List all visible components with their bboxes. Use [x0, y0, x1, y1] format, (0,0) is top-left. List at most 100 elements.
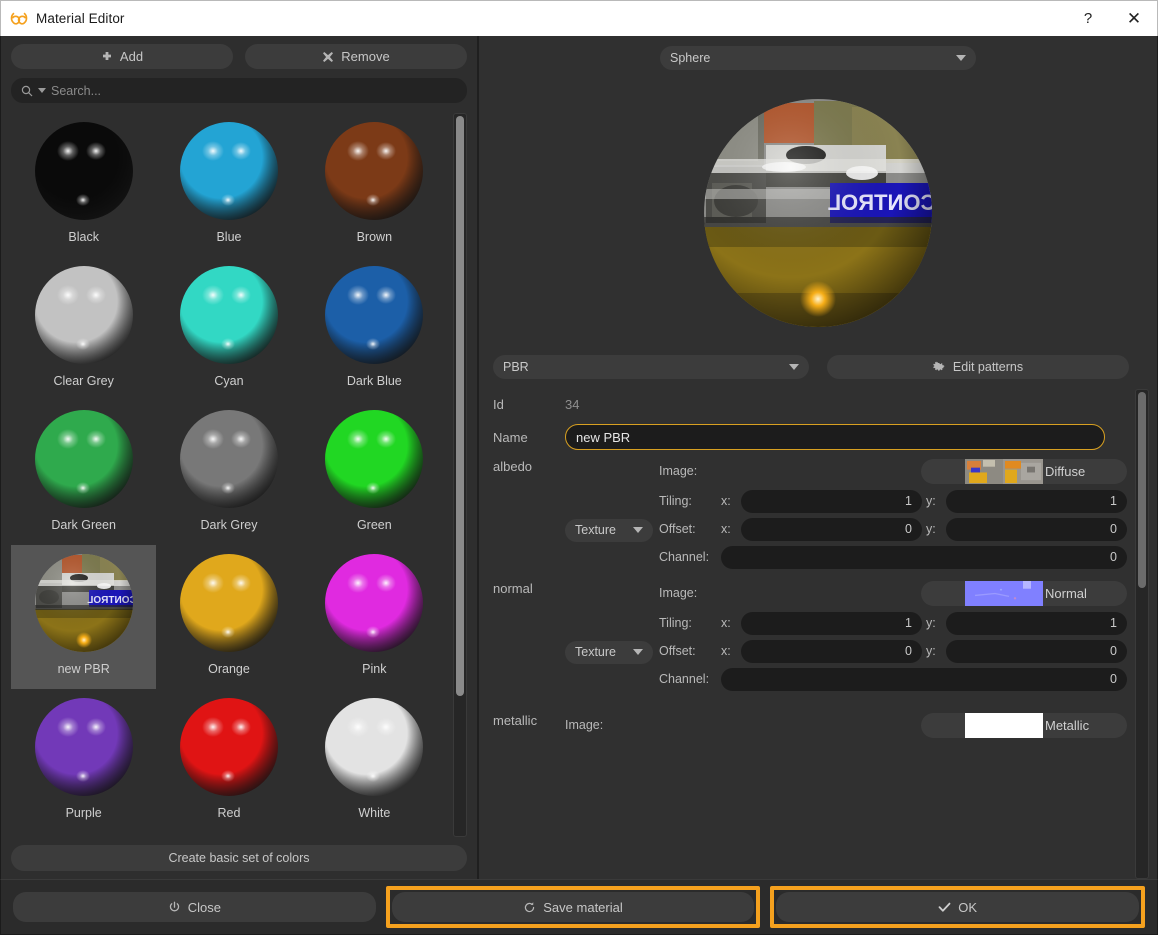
- offset-y-input[interactable]: 0: [946, 639, 1127, 663]
- channel-label: Channel:: [659, 550, 710, 564]
- scrollbar-thumb[interactable]: [456, 116, 464, 696]
- properties-scrollbar[interactable]: [1135, 389, 1149, 879]
- properties-form-wrapper: Id 34 Name new PBR albedo Texture Image:…: [479, 389, 1157, 879]
- save-material-highlight: Save material: [385, 886, 761, 928]
- material-item-label: Dark Green: [51, 518, 116, 532]
- chevron-down-icon: [633, 649, 643, 655]
- map-image-button[interactable]: Normal: [921, 580, 1127, 606]
- material-item-label: new PBR: [57, 662, 110, 676]
- image-label: Image:: [565, 718, 604, 732]
- offset-x-input[interactable]: 0: [741, 517, 922, 541]
- name-input[interactable]: new PBR: [565, 424, 1105, 450]
- check-icon: [938, 901, 951, 914]
- material-item[interactable]: Dark Green: [11, 401, 156, 545]
- material-item[interactable]: Dark Blue: [302, 257, 447, 401]
- material-sphere-thumbnail: [324, 409, 424, 509]
- preview-header: Sphere: [479, 36, 1157, 70]
- material-sphere-thumbnail: [34, 697, 134, 797]
- tiling-x-value: 1: [905, 494, 912, 508]
- properties-form: Id 34 Name new PBR albedo Texture Image:…: [493, 389, 1135, 879]
- create-basic-colors-label: Create basic set of colors: [168, 851, 310, 865]
- tiling-x-label: x:: [721, 494, 731, 508]
- offset-x-value: 0: [905, 522, 912, 536]
- save-material-button[interactable]: Save material: [391, 892, 755, 922]
- material-list-scrollbar[interactable]: [453, 113, 467, 837]
- preview-sphere[interactable]: CONTROL: [702, 97, 934, 329]
- plus-icon: [101, 51, 113, 63]
- offset-row: Offset: x: 0 y: 0: [659, 637, 1127, 665]
- material-item[interactable]: Black: [11, 113, 156, 257]
- map-source-type-value: Texture: [575, 523, 616, 537]
- create-basic-colors-button[interactable]: Create basic set of colors: [11, 845, 467, 871]
- map-name-label: normal: [493, 581, 533, 596]
- material-item[interactable]: Cyan: [156, 257, 301, 401]
- material-item[interactable]: Blue: [156, 113, 301, 257]
- image-row: Image: Metallic: [565, 709, 1127, 741]
- gear-icon: [933, 361, 946, 374]
- tiling-y-input[interactable]: 1: [946, 489, 1127, 513]
- ok-button-label: OK: [958, 899, 978, 915]
- edit-patterns-button[interactable]: Edit patterns: [827, 355, 1129, 379]
- material-item-label: Blue: [216, 230, 242, 244]
- library-toolbar: Add Remove: [11, 44, 467, 69]
- map-image-button[interactable]: Diffuse: [921, 458, 1127, 484]
- cross-icon: [322, 51, 334, 63]
- tiling-y-value: 1: [1110, 616, 1117, 630]
- search-input[interactable]: Search...: [11, 78, 467, 103]
- material-item[interactable]: Dark Grey: [156, 401, 301, 545]
- offset-y-input[interactable]: 0: [946, 517, 1127, 541]
- map-source-type-selector[interactable]: Texture: [565, 518, 653, 542]
- material-type-selector[interactable]: PBR: [493, 355, 809, 379]
- material-item[interactable]: Red: [156, 689, 301, 833]
- material-item[interactable]: Orange: [156, 545, 301, 689]
- material-sphere-thumbnail: [324, 265, 424, 365]
- material-item-label: Dark Grey: [200, 518, 258, 532]
- map-image-button[interactable]: Metallic: [921, 712, 1127, 738]
- material-item[interactable]: Purple: [11, 689, 156, 833]
- tiling-x-input[interactable]: 1: [741, 611, 922, 635]
- material-item[interactable]: White: [302, 689, 447, 833]
- tiling-y-input[interactable]: 1: [946, 611, 1127, 635]
- texture-map-block: albedo Texture Image: Diffuse Tiling: x:…: [493, 455, 1127, 571]
- material-item[interactable]: Green: [302, 401, 447, 545]
- material-library-panel: Add Remove Search... Black Blue Brown Cl…: [1, 36, 477, 879]
- material-item-label: Purple: [65, 806, 102, 820]
- material-sphere-thumbnail: [179, 553, 279, 653]
- chevron-down-icon: [789, 364, 799, 370]
- material-item[interactable]: Pink: [302, 545, 447, 689]
- ok-button[interactable]: OK: [776, 892, 1140, 922]
- diffuse-texture-thumbnail: [965, 458, 1043, 484]
- material-item[interactable]: Clear Grey: [11, 257, 156, 401]
- help-button[interactable]: ?: [1065, 2, 1111, 36]
- offset-label: Offset:: [659, 644, 696, 658]
- search-placeholder: Search...: [51, 83, 102, 98]
- material-item-label: Orange: [208, 662, 250, 676]
- channel-input[interactable]: 0: [721, 545, 1127, 569]
- channel-input[interactable]: 0: [721, 667, 1127, 691]
- image-label: Image:: [659, 586, 698, 600]
- preview-shape-selector[interactable]: Sphere: [660, 46, 976, 70]
- tiling-row: Tiling: x: 1 y: 1: [659, 609, 1127, 637]
- material-item[interactable]: CONTROL new PBR: [11, 545, 157, 689]
- search-options-chevron-down-icon[interactable]: [38, 88, 46, 93]
- texture-map-block: metallic Image: Metallic: [493, 709, 1127, 741]
- offset-y-value: 0: [1110, 522, 1117, 536]
- remove-material-button[interactable]: Remove: [245, 44, 467, 69]
- map-source-type-value: Texture: [575, 645, 616, 659]
- material-grid-wrapper: Black Blue Brown Clear Grey Cyan Dark Bl…: [11, 113, 467, 837]
- save-material-label: Save material: [543, 899, 623, 915]
- offset-x-input[interactable]: 0: [741, 639, 922, 663]
- chevron-down-icon: [633, 527, 643, 533]
- scrollbar-thumb[interactable]: [1138, 392, 1146, 588]
- map-source-type-selector[interactable]: Texture: [565, 640, 653, 664]
- dialog-footer: Close Save material OK: [0, 879, 1158, 935]
- close-button[interactable]: Close: [13, 892, 376, 922]
- add-material-button[interactable]: Add: [11, 44, 233, 69]
- material-item[interactable]: Brown: [302, 113, 447, 257]
- offset-x-value: 0: [905, 644, 912, 658]
- material-item-label: Dark Blue: [346, 374, 402, 388]
- material-preview-stage[interactable]: CONTROL: [479, 70, 1157, 355]
- close-window-button[interactable]: ✕: [1111, 2, 1157, 36]
- tiling-x-input[interactable]: 1: [741, 489, 922, 513]
- material-sphere-thumbnail: [324, 121, 424, 221]
